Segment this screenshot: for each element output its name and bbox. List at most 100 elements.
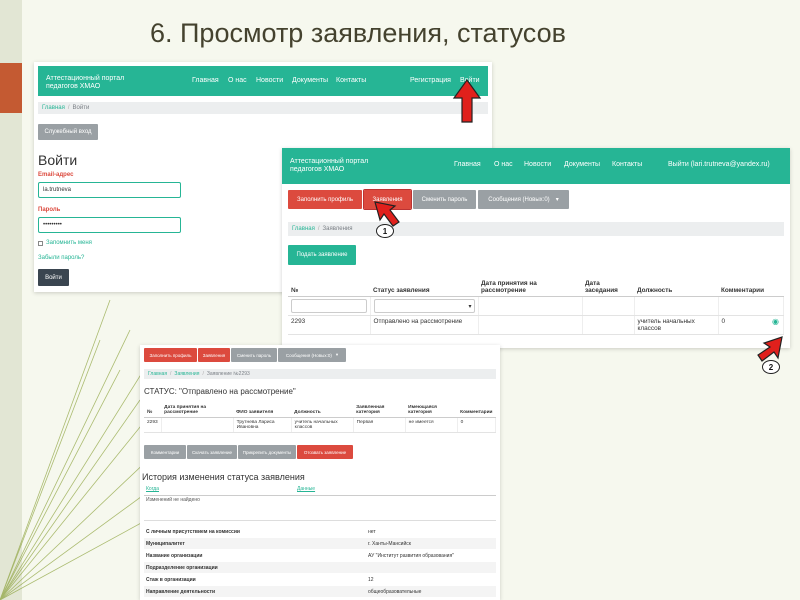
detail-field-row: Стаж в организации 12 (144, 574, 496, 585)
table-header-row: № Статус заявления Дата принятия на расс… (288, 278, 784, 297)
nav2-docs[interactable]: Документы (564, 161, 600, 168)
detail-messages-dropdown[interactable]: Сообщения (Новых:0) ▾ (278, 348, 346, 362)
nav2-news[interactable]: Новости (524, 161, 551, 168)
brand-line-1: Аттестационный портал (46, 75, 125, 82)
history-col-data[interactable]: Данные (297, 486, 315, 492)
change-password-button[interactable]: Сменить пароль (413, 190, 476, 209)
col-comments: Комментарии (718, 278, 784, 297)
detail-table: № Дата принятия на рассмотрение ФИО заяв… (144, 403, 497, 433)
col-num: № (288, 278, 370, 297)
row-status: Отправлено на рассмотрение (370, 315, 479, 335)
crumb2-home[interactable]: Главная (292, 226, 315, 232)
detail-row-date (161, 417, 234, 433)
row-position: учитель начальных классов (634, 315, 719, 335)
remember-row[interactable]: Запомнить меня (38, 240, 92, 246)
history-empty-note: Изменений не найдено (146, 497, 200, 503)
detail-fill-profile-button[interactable]: Заполнить профиль (144, 348, 197, 362)
comments-button[interactable]: Комментарии (144, 445, 186, 459)
nav2-contacts[interactable]: Контакты (612, 161, 642, 168)
detail-header-row: № Дата принятия на рассмотрение ФИО заяв… (144, 403, 496, 418)
field-value: 12 (368, 576, 374, 583)
withdraw-statement-button[interactable]: Отозвать заявление (297, 445, 353, 459)
crumb2-current: Заявления (322, 226, 353, 232)
email-input[interactable]: la.trutneva (38, 182, 181, 198)
messages-dropdown[interactable]: Сообщения (Новых:0) ▾ (478, 190, 569, 209)
detail-crumb-home[interactable]: Главная (148, 371, 167, 377)
submit-statement-button[interactable]: Подать заявление (288, 245, 356, 265)
brand2-line-2: педагогов ХМАО (290, 166, 345, 173)
brand-logo-2[interactable]: Аттестационный портал педагогов ХМАО (290, 158, 368, 174)
nav-about[interactable]: О нас (228, 77, 247, 84)
field-key: Название организации (146, 552, 203, 559)
table-row: 2293 Трутнева Лариса Ивановна учитель на… (144, 417, 497, 433)
attach-documents-button[interactable]: Прикрепить документы (238, 445, 296, 459)
nav-contacts[interactable]: Контакты (336, 77, 366, 84)
email-label: Email-адрес (38, 172, 74, 178)
download-statement-button[interactable]: Скачать заявление (187, 445, 237, 459)
detail-col-comments: Комментарии (457, 403, 496, 418)
row-num: 2293 (288, 315, 371, 335)
remember-label: Запомнить меня (46, 240, 92, 246)
brand-line-2: педагогов ХМАО (46, 83, 101, 90)
detail-row-num: 2293 (144, 417, 162, 433)
crumb-current: Войти (72, 105, 90, 111)
breadcrumb: Главная / Войти (38, 102, 488, 114)
detail-breadcrumb: Главная / Заявления / Заявление №2293 (144, 369, 496, 379)
slide-title: 6. Просмотр заявления, статусов (150, 18, 566, 48)
detail-change-password-button[interactable]: Сменить пароль (231, 348, 277, 362)
messages-label: Сообщения (Новых:0) (488, 196, 550, 203)
nav-news[interactable]: Новости (256, 77, 283, 84)
step-marker-1: 1 (376, 224, 394, 238)
detail-field-row: Подразделение организации (144, 562, 496, 573)
row-date-accept (478, 315, 583, 335)
detail-messages-label: Сообщения (Новых:0) (285, 352, 332, 358)
nav-docs[interactable]: Документы (292, 77, 328, 84)
statements-table: № Статус заявления Дата принятия на расс… (288, 278, 784, 335)
detail-row-claimed: Первая (353, 417, 406, 433)
fill-profile-button[interactable]: Заполнить профиль (288, 190, 362, 209)
remember-checkbox[interactable] (38, 240, 43, 246)
detail-statements-button[interactable]: Заявления (198, 348, 230, 362)
history-col-when[interactable]: Когда (146, 486, 159, 492)
detail-col-position: Должность (291, 403, 354, 418)
forgot-password-link[interactable]: Забыли пароль? (38, 255, 84, 261)
col-date-accept: Дата принятия на рассмотрение (478, 278, 582, 297)
filter-num-input[interactable] (291, 299, 367, 313)
password-input[interactable]: ••••••••• (38, 217, 181, 233)
detail-crumb-current: Заявление №2293 (206, 371, 250, 377)
brand-logo[interactable]: Аттестационный портал педагогов ХМАО (46, 75, 124, 91)
detail-field-row: Название организации АУ "Институт развити… (144, 550, 496, 561)
nav2-user-logout[interactable]: Выйти (lari.trutneva@yandex.ru) (668, 161, 770, 168)
select-caret-icon: ▾ (468, 304, 472, 310)
table-row[interactable]: 2293 Отправлено на рассмотрение учитель … (288, 315, 784, 335)
detail-field-row: С личным присутствием на комиссии нет (144, 526, 496, 537)
field-key: Подразделение организации (146, 564, 218, 571)
divider (144, 520, 496, 521)
history-title: История изменения статуса заявления (142, 472, 305, 482)
nav2-about[interactable]: О нас (494, 161, 513, 168)
statements-navbar: Аттестационный портал педагогов ХМАО Гла… (282, 148, 790, 184)
submit-login-button[interactable]: Войти (38, 269, 69, 286)
nav2-home[interactable]: Главная (454, 161, 481, 168)
status-title: СТАТУС: "Отправлено на рассмотрение" (144, 387, 296, 396)
table-filter-row: ▾ (288, 296, 784, 316)
login-navbar: Аттестационный портал педагогов ХМАО Гла… (38, 66, 488, 96)
brand2-line-1: Аттестационный портал (290, 158, 369, 165)
caret-down-icon: ▾ (555, 197, 559, 203)
detail-col-existing: Имеющаяся категория (405, 403, 458, 418)
field-value: общеобразовательные (368, 588, 422, 595)
password-label: Пароль (38, 207, 61, 213)
nav-register[interactable]: Регистрация (410, 77, 451, 84)
detail-crumb-mid[interactable]: Заявления (174, 371, 199, 377)
statements-panel: Аттестационный портал педагогов ХМАО Гла… (282, 148, 790, 348)
crumb-home[interactable]: Главная (42, 105, 65, 111)
detail-field-row: Направление деятельности общеобразователь… (144, 586, 496, 597)
col-date-meeting: Дата заседания (582, 278, 634, 297)
nav-home[interactable]: Главная (192, 77, 219, 84)
detail-col-claimed: Заявленная категория (353, 403, 406, 418)
eye-icon[interactable]: ◉ (772, 317, 779, 326)
filter-status-select[interactable]: ▾ (373, 299, 475, 313)
row-date-meeting (582, 315, 635, 335)
detail-col-num: № (144, 403, 162, 418)
service-login-button[interactable]: Служебный вход (38, 124, 98, 140)
